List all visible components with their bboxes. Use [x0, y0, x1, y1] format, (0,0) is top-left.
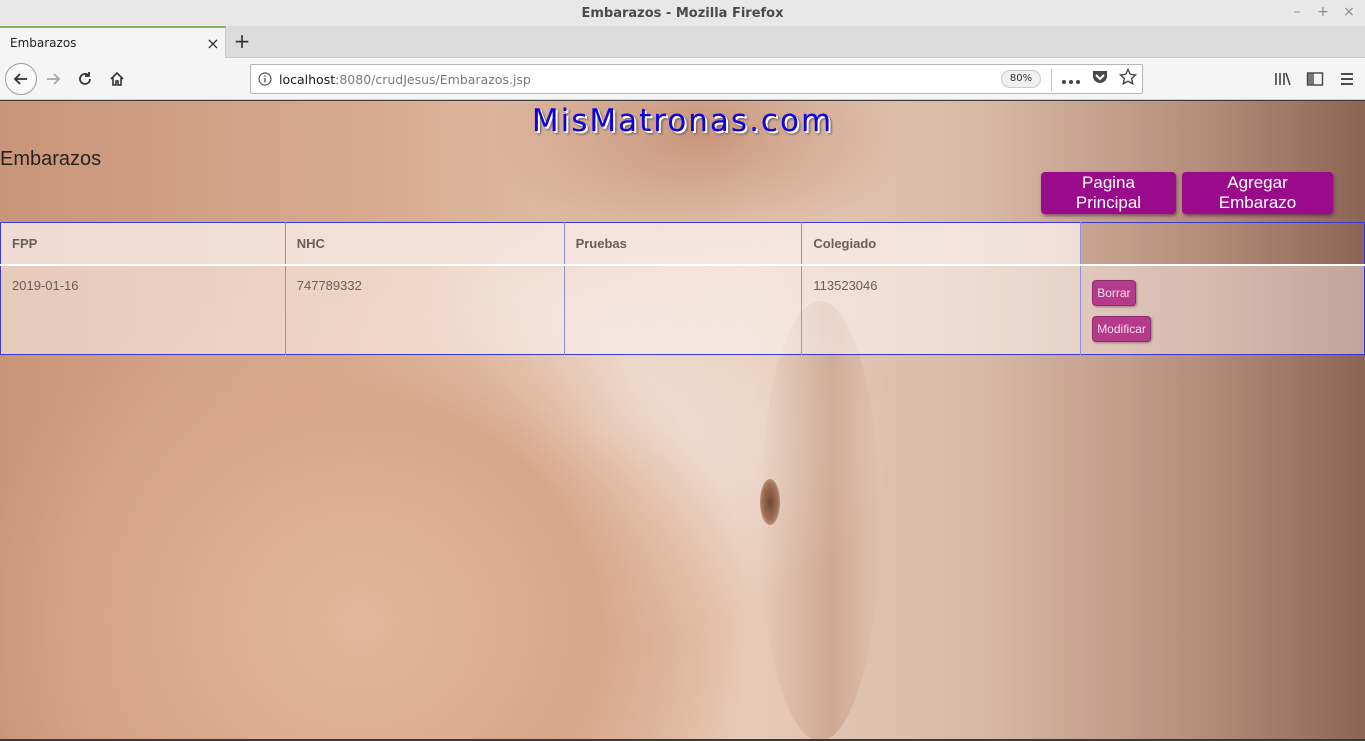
window-titlebar: Embarazos - Mozilla Firefox – + × [0, 0, 1365, 27]
minimize-button[interactable]: – [1291, 4, 1303, 20]
reload-button[interactable] [70, 64, 100, 94]
sidebar-icon[interactable] [1303, 64, 1327, 94]
back-button[interactable] [5, 63, 37, 95]
tab-strip: Embarazos × + [0, 26, 1365, 58]
column-header-fpp: FPP [0, 222, 286, 266]
table-header-row: FPP NHC Pruebas Colegiado [0, 222, 1365, 266]
column-header-pruebas: Pruebas [564, 222, 803, 266]
hamburger-menu-icon[interactable] [1335, 64, 1359, 94]
new-tab-button[interactable]: + [230, 29, 254, 53]
zoom-indicator[interactable]: 80% [1001, 70, 1041, 88]
bookmark-star-icon[interactable] [1118, 67, 1138, 90]
column-header-actions [1080, 222, 1365, 266]
window-controls: – + × [1291, 4, 1355, 20]
cell-nhc: 747789332 [285, 264, 565, 355]
cell-colegiado: 113523046 [801, 264, 1082, 355]
page-title: Embarazos [0, 148, 102, 170]
library-icon[interactable] [1271, 64, 1295, 94]
window-title: Embarazos - Mozilla Firefox [581, 5, 784, 21]
background-image-shading [760, 301, 880, 739]
page-actions-menu-icon[interactable] [1061, 70, 1081, 89]
home-button[interactable] [102, 64, 132, 94]
tab-close-icon[interactable]: × [201, 34, 225, 53]
cell-actions: Borrar Modificar [1080, 264, 1365, 355]
address-bar[interactable]: localhost:8080/crudJesus/Embarazos.jsp 8… [250, 64, 1143, 94]
background-image-navel [760, 479, 780, 525]
site-logo: MisMatronas.com [531, 103, 834, 139]
cell-fpp: 2019-01-16 [0, 264, 286, 355]
delete-button[interactable]: Borrar [1092, 279, 1136, 306]
forward-arrow-icon [47, 73, 61, 85]
site-info-icon[interactable] [251, 72, 279, 86]
page-content: MisMatronas.com Embarazos Pagina Princip… [0, 101, 1365, 739]
pregnancies-table: FPP NHC Pruebas Colegiado 2019-01-16 747… [0, 222, 1365, 355]
column-header-nhc: NHC [285, 222, 565, 266]
cell-pruebas [564, 264, 803, 355]
navigation-toolbar: localhost:8080/crudJesus/Embarazos.jsp 8… [0, 58, 1365, 100]
close-window-button[interactable]: × [1343, 4, 1355, 20]
url-path: :8080/crudJesus/Embarazos.jsp [335, 71, 531, 87]
toolbar-right [1271, 64, 1359, 94]
add-pregnancy-button[interactable]: Agregar Embarazo [1182, 172, 1333, 214]
tab-label: Embarazos [10, 36, 77, 50]
edit-button[interactable]: Modificar [1092, 315, 1151, 342]
maximize-button[interactable]: + [1317, 4, 1329, 20]
home-page-button[interactable]: Pagina Principal [1041, 172, 1176, 214]
pocket-icon[interactable] [1091, 69, 1109, 89]
back-arrow-icon [13, 73, 27, 85]
tab-embarazos[interactable]: Embarazos × [0, 26, 226, 58]
url-separator [1051, 69, 1052, 91]
table-row: 2019-01-16 747789332 113523046 Borrar Mo… [0, 264, 1365, 355]
page-actions [1061, 65, 1138, 93]
forward-button[interactable] [38, 64, 68, 94]
reload-icon [79, 72, 91, 85]
url-host: localhost [279, 71, 336, 87]
column-header-colegiado: Colegiado [801, 222, 1082, 266]
home-icon [110, 71, 124, 86]
